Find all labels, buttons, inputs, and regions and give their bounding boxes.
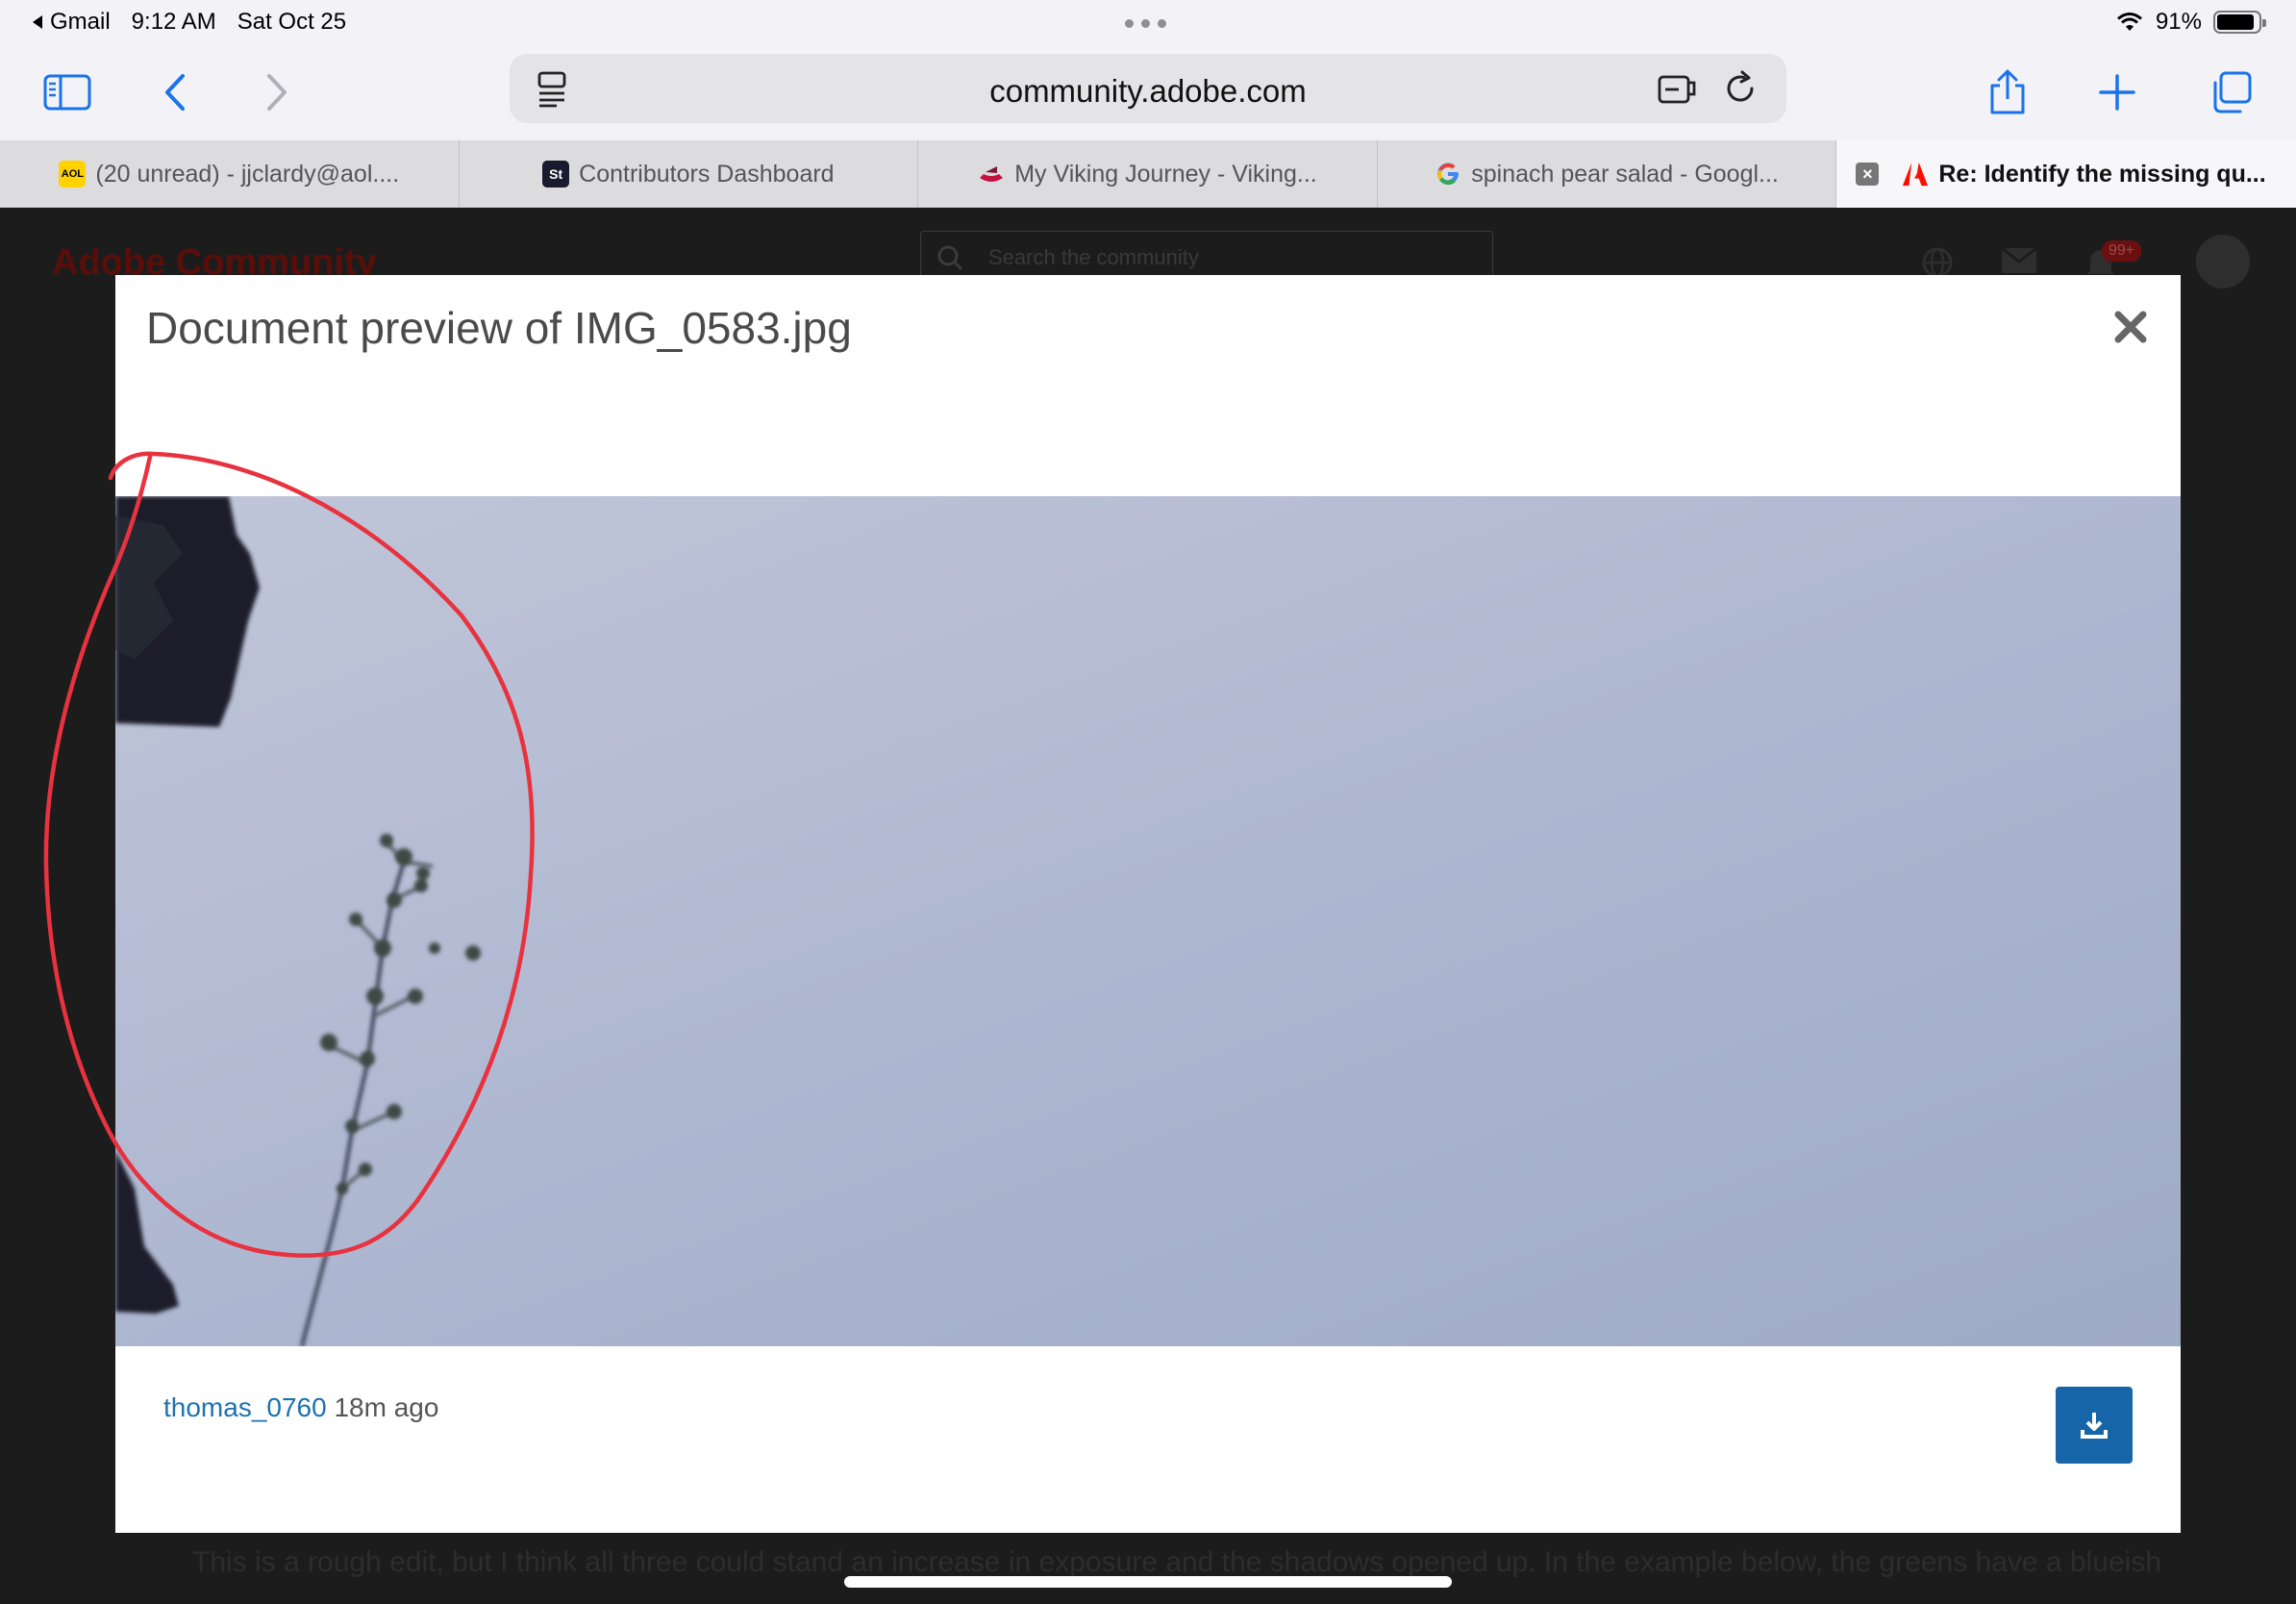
adobe-icon <box>1902 161 1929 188</box>
status-bar: Gmail 9:12 AM Sat Oct 25 91% <box>0 0 2296 44</box>
browser-toolbar: community.adobe.com <box>0 44 2296 140</box>
download-button[interactable] <box>2056 1387 2133 1464</box>
document-preview-modal: Document preview of IMG_0583.jpg thomas_… <box>115 275 2181 1533</box>
notification-badge: 99+ <box>2102 240 2142 262</box>
post-meta: thomas_0760 18m ago <box>163 1392 438 1423</box>
extension-icon[interactable] <box>1656 69 1698 113</box>
tab-adobe-community-active[interactable]: × Re: Identify the missing qu... <box>1836 140 2296 208</box>
tab-title: (20 unread) - jjclardy@aol.... <box>95 160 400 188</box>
tab-overview-icon[interactable] <box>2202 63 2259 121</box>
multitasking-dots-icon[interactable] <box>1125 19 1166 28</box>
reload-icon[interactable] <box>1721 69 1759 113</box>
status-date: Sat Oct 25 <box>237 9 347 35</box>
back-to-app[interactable]: Gmail <box>31 9 111 36</box>
search-icon <box>937 245 963 271</box>
author-link[interactable]: thomas_0760 <box>163 1392 327 1422</box>
viking-ship-icon <box>978 161 1005 188</box>
mail-icon[interactable] <box>2000 246 2038 275</box>
wifi-icon <box>2116 13 2142 31</box>
back-app-label: Gmail <box>50 9 111 35</box>
tab-title: spinach pear salad - Googl... <box>1471 160 1779 188</box>
new-tab-plus-icon[interactable] <box>2088 63 2146 121</box>
close-icon[interactable] <box>2111 308 2150 346</box>
back-chevron-icon[interactable] <box>146 63 204 121</box>
aol-icon: AOL <box>59 161 87 188</box>
battery-icon <box>2213 11 2266 34</box>
forward-chevron-icon[interactable] <box>248 63 306 121</box>
close-tab-icon[interactable]: × <box>1856 163 1880 186</box>
status-time: 9:12 AM <box>131 9 216 35</box>
search-placeholder: Search the community <box>988 245 1199 269</box>
tab-bar: AOL (20 unread) - jjclardy@aol.... St Co… <box>0 140 2296 208</box>
address-bar[interactable]: community.adobe.com <box>510 54 1786 123</box>
download-icon <box>2081 1413 2108 1439</box>
tab-contributors-dashboard[interactable]: St Contributors Dashboard <box>460 140 919 208</box>
globe-icon[interactable] <box>1921 246 1954 279</box>
tab-aol-mail[interactable]: AOL (20 unread) - jjclardy@aol.... <box>0 140 460 208</box>
tab-title: Contributors Dashboard <box>579 160 835 188</box>
battery-percent: 91% <box>2155 9 2202 35</box>
time-ago: 18m ago <box>334 1392 439 1422</box>
google-icon <box>1435 161 1461 188</box>
share-icon[interactable] <box>1979 63 2036 121</box>
tab-title: My Viking Journey - Viking... <box>1014 160 1317 188</box>
home-indicator[interactable] <box>844 1576 1452 1588</box>
tab-google-search[interactable]: spinach pear salad - Googl... <box>1378 140 1837 208</box>
image-preview <box>115 496 2181 1346</box>
tab-viking-journey[interactable]: My Viking Journey - Viking... <box>918 140 1378 208</box>
post-body-text: This is a rough edit, but I think all th… <box>192 1546 2161 1578</box>
modal-title: Document preview of IMG_0583.jpg <box>146 303 852 353</box>
back-triangle-icon <box>33 15 42 29</box>
avatar[interactable] <box>2196 235 2250 288</box>
tab-title: Re: Identify the missing qu... <box>1938 160 2266 188</box>
sidebar-toggle-icon[interactable] <box>38 63 96 121</box>
stock-icon: St <box>542 161 570 188</box>
photo-content <box>115 496 481 1346</box>
url-text: community.adobe.com <box>989 73 1307 109</box>
